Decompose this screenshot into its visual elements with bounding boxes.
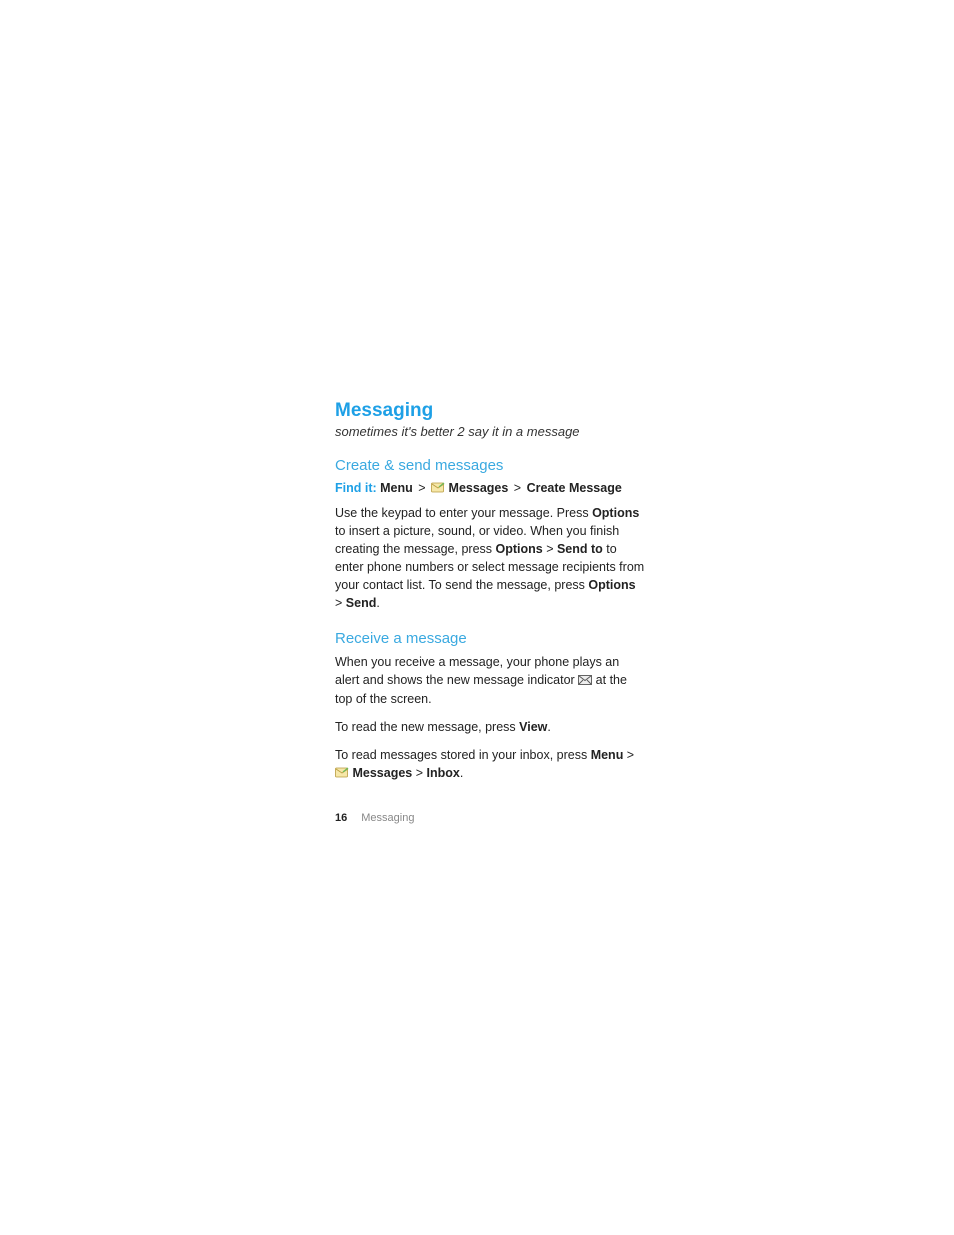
text: .: [376, 596, 379, 610]
text: When you receive a message, your phone p…: [335, 655, 619, 687]
messages-icon: [335, 765, 349, 776]
send-key: Send: [346, 596, 377, 610]
text: >: [335, 596, 346, 610]
path-create-message: Create Message: [527, 481, 622, 495]
page-subtitle: sometimes it's better 2 say it in a mess…: [335, 424, 645, 439]
receive-p2: To read the new message, press View.: [335, 718, 645, 736]
section-receive-heading: Receive a message: [335, 630, 645, 647]
options-key: Options: [588, 578, 635, 592]
receive-p3: To read messages stored in your inbox, p…: [335, 746, 645, 782]
page-title: Messaging: [335, 400, 645, 422]
text: To read messages stored in your inbox, p…: [335, 748, 591, 762]
section-create-heading: Create & send messages: [335, 457, 645, 474]
options-key: Options: [592, 506, 639, 520]
page-number: 16: [335, 812, 347, 824]
messages-icon: [431, 481, 445, 492]
path-messages: Messages: [449, 481, 509, 495]
footer-section: Messaging: [361, 812, 414, 824]
receive-p1: When you receive a message, your phone p…: [335, 653, 645, 707]
page-footer: 16 Messaging: [335, 812, 414, 824]
envelope-icon: [578, 672, 592, 682]
sendto-key: Send to: [557, 542, 603, 556]
options-key: Options: [496, 542, 543, 556]
text: .: [460, 766, 463, 780]
page-content: Messaging sometimes it's better 2 say it…: [335, 400, 645, 792]
path-menu: Menu: [380, 481, 413, 495]
text: To read the new message, press: [335, 720, 519, 734]
findit-path: Find it: Menu > Messages > Create Messag…: [335, 480, 645, 498]
text: >: [412, 766, 426, 780]
path-sep: >: [418, 481, 425, 495]
path-sep: >: [514, 481, 521, 495]
menu-key: Menu: [591, 748, 624, 762]
text: >: [623, 748, 634, 762]
messages-key: Messages: [352, 766, 412, 780]
view-key: View: [519, 720, 547, 734]
findit-label: Find it:: [335, 481, 377, 495]
text: Use the keypad to enter your message. Pr…: [335, 506, 592, 520]
text: >: [543, 542, 557, 556]
create-body: Use the keypad to enter your message. Pr…: [335, 504, 645, 613]
text: .: [547, 720, 550, 734]
inbox-key: Inbox: [427, 766, 460, 780]
